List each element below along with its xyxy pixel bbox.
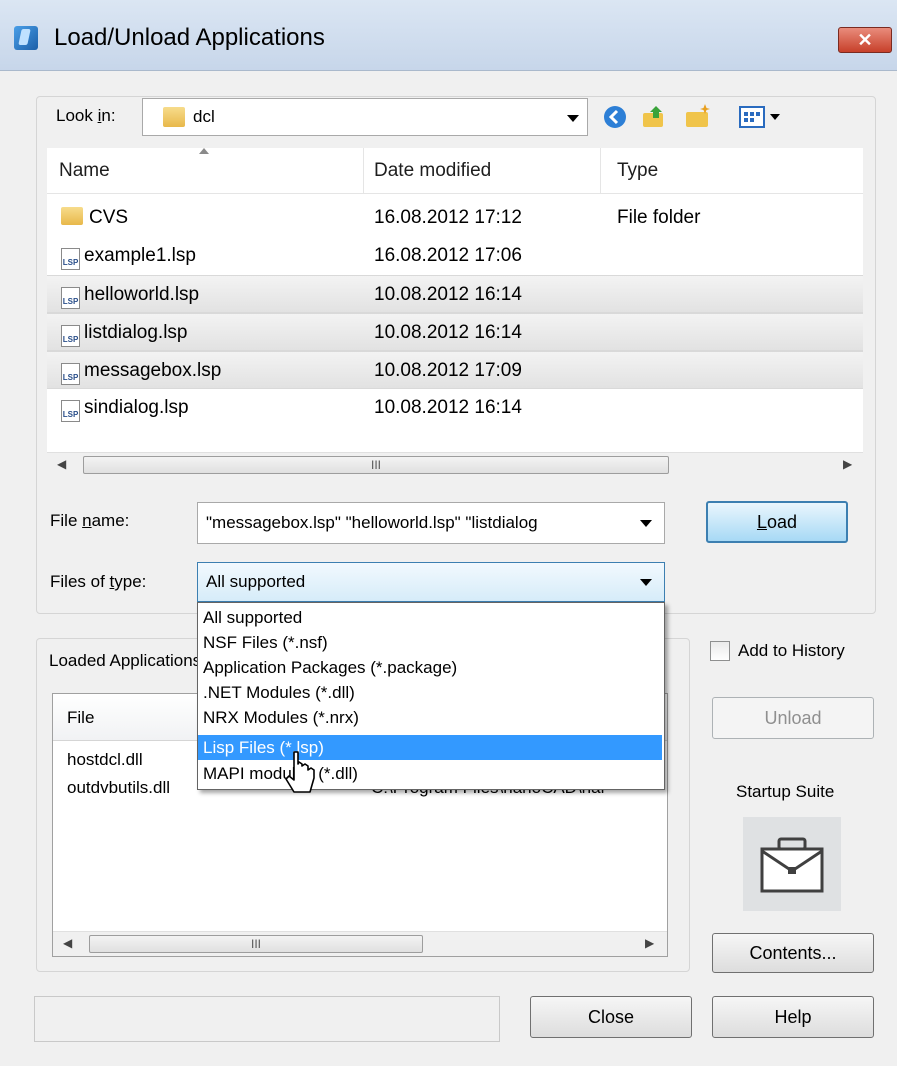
chevron-down-icon xyxy=(640,579,652,586)
lookin-combobox[interactable]: dcl xyxy=(142,98,588,136)
filetype-option[interactable]: All supported xyxy=(198,605,662,630)
lookin-label: Look in: xyxy=(56,106,116,125)
scroll-right-icon[interactable]: ▶ xyxy=(843,457,852,471)
contents-button[interactable]: Contents... xyxy=(712,933,874,973)
file-date: 10.08.2012 17:09 xyxy=(374,360,522,381)
file-row-selected[interactable]: LSP messagebox.lsp 10.08.2012 17:09 xyxy=(47,351,863,389)
loaded-app-file[interactable]: outdvbutils.dll xyxy=(67,778,170,798)
filetype-option[interactable]: NRX Modules (*.nrx) xyxy=(198,705,662,730)
filetype-value: All supported xyxy=(206,572,306,591)
folder-icon xyxy=(61,207,83,225)
back-arrow-icon[interactable] xyxy=(602,104,628,130)
scroll-right-icon[interactable]: ▶ xyxy=(645,936,654,950)
column-header-name[interactable]: Name xyxy=(47,148,363,194)
filetype-option[interactable]: MAPI modules (*.dll) xyxy=(198,761,662,786)
scroll-thumb[interactable]: III xyxy=(89,935,423,953)
file-list[interactable]: Name Date modified Type CVS 16.08.2012 1… xyxy=(47,148,863,452)
filename-value: "messagebox.lsp" "helloworld.lsp" "listd… xyxy=(206,513,538,532)
lsp-file-icon: LSP xyxy=(61,325,80,347)
loaded-list-hscrollbar[interactable]: ◀ III ▶ xyxy=(53,931,667,956)
filetype-dropdown-list[interactable]: All supported NSF Files (*.nsf) Applicat… xyxy=(197,602,665,790)
add-to-history-checkbox[interactable] xyxy=(710,641,730,661)
column-header-file: File xyxy=(67,708,95,727)
file-row[interactable]: LSP sindialog.lsp 10.08.2012 16:14 xyxy=(47,389,863,427)
file-date: 16.08.2012 17:06 xyxy=(374,245,522,266)
chevron-down-icon xyxy=(567,115,579,122)
scroll-left-icon[interactable]: ◀ xyxy=(63,936,72,950)
app-icon xyxy=(14,26,38,50)
lsp-file-icon: LSP xyxy=(61,248,80,270)
file-name: messagebox.lsp xyxy=(84,360,222,381)
file-name: CVS xyxy=(89,207,129,228)
filetype-option[interactable]: Application Packages (*.package) xyxy=(198,655,662,680)
lsp-file-icon: LSP xyxy=(61,363,80,385)
file-date: 16.08.2012 17:12 xyxy=(374,207,522,228)
filetype-combobox[interactable]: All supported xyxy=(197,562,665,602)
filetype-option-highlighted[interactable]: Lisp Files (*.lsp) xyxy=(198,735,662,760)
loaded-app-file[interactable]: hostdcl.dll xyxy=(67,750,143,770)
filetype-option[interactable]: NSF Files (*.nsf) xyxy=(198,630,662,655)
close-window-button[interactable]: ✕ xyxy=(838,27,892,53)
filetype-label: Files of type: xyxy=(50,572,147,591)
file-name: listdialog.lsp xyxy=(84,322,188,343)
filename-combobox[interactable]: "messagebox.lsp" "helloworld.lsp" "listd… xyxy=(197,502,665,544)
file-row-selected[interactable]: LSP helloworld.lsp 10.08.2012 16:14 xyxy=(47,275,863,313)
filetype-option[interactable]: .NET Modules (*.dll) xyxy=(198,680,662,705)
loaded-applications-label: Loaded Applications xyxy=(46,651,205,671)
views-menu-icon[interactable] xyxy=(738,104,790,130)
lsp-file-icon: LSP xyxy=(61,400,80,422)
file-date: 10.08.2012 16:14 xyxy=(374,322,522,343)
lookin-value: dcl xyxy=(193,107,215,126)
close-button[interactable]: Close xyxy=(530,996,692,1038)
status-field xyxy=(34,996,500,1042)
add-to-history-label: Add to History xyxy=(738,641,845,660)
chevron-down-icon xyxy=(640,520,652,527)
scroll-thumb[interactable]: III xyxy=(83,456,669,474)
file-name: helloworld.lsp xyxy=(84,284,200,305)
window-title: Load/Unload Applications xyxy=(54,24,325,51)
file-row-selected[interactable]: LSP listdialog.lsp 10.08.2012 16:14 xyxy=(47,313,863,351)
folder-icon xyxy=(163,107,185,127)
new-folder-icon[interactable] xyxy=(684,102,710,128)
file-row[interactable]: CVS 16.08.2012 17:12 File folder xyxy=(47,199,863,237)
file-row[interactable]: LSP example1.lsp 16.08.2012 17:06 xyxy=(47,237,863,275)
load-button[interactable]: Load xyxy=(706,501,848,543)
sort-ascending-icon xyxy=(199,148,209,154)
file-type: File folder xyxy=(617,207,701,228)
file-list-hscrollbar[interactable]: ◀ III ▶ xyxy=(47,452,863,477)
file-name: sindialog.lsp xyxy=(84,397,189,418)
scroll-left-icon[interactable]: ◀ xyxy=(57,457,66,471)
briefcase-icon[interactable] xyxy=(743,817,841,911)
file-date: 10.08.2012 16:14 xyxy=(374,397,522,418)
up-folder-icon[interactable] xyxy=(640,102,666,128)
filename-label: File name: xyxy=(50,511,130,530)
file-name: example1.lsp xyxy=(84,245,196,266)
lsp-file-icon: LSP xyxy=(61,287,80,309)
column-header-type[interactable]: Type xyxy=(601,148,863,194)
unload-button[interactable]: Unload xyxy=(712,697,874,739)
mouse-pointer-icon xyxy=(284,750,324,800)
file-date: 10.08.2012 16:14 xyxy=(374,284,522,305)
column-header-date[interactable]: Date modified xyxy=(364,148,600,194)
help-button[interactable]: Help xyxy=(712,996,874,1038)
startup-suite-label: Startup Suite xyxy=(736,782,835,801)
